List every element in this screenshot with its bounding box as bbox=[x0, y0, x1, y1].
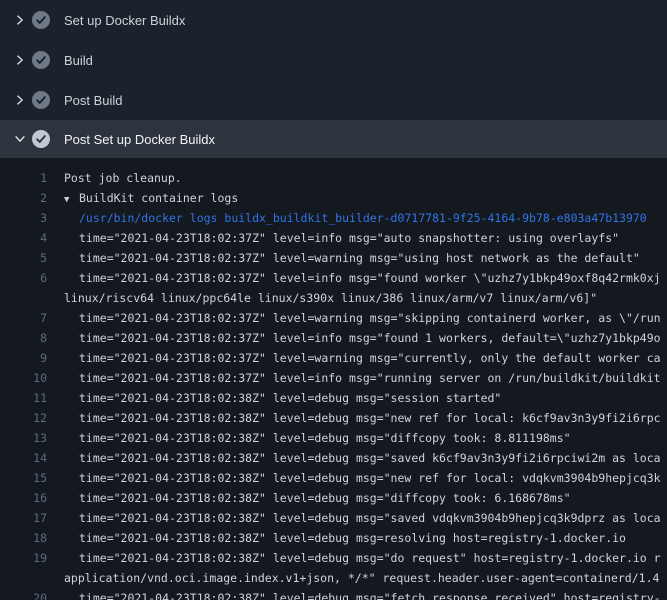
log-line-number[interactable]: 19 bbox=[0, 548, 47, 568]
log-line-number[interactable]: 12 bbox=[0, 408, 47, 428]
log-line-text: time="2021-04-23T18:02:37Z" level=warnin… bbox=[47, 308, 661, 328]
step-label: Post Build bbox=[64, 93, 123, 108]
log-line-text: time="2021-04-23T18:02:38Z" level=debug … bbox=[47, 388, 501, 408]
step-label: Set up Docker Buildx bbox=[64, 13, 185, 28]
log-line: 6time="2021-04-23T18:02:37Z" level=info … bbox=[0, 268, 667, 288]
group-toggle-icon[interactable]: ▼ bbox=[64, 190, 79, 208]
log-line: 1Post job cleanup. bbox=[0, 168, 667, 188]
log-line-number[interactable]: 2 bbox=[0, 188, 47, 208]
log-line-number[interactable]: 8 bbox=[0, 328, 47, 348]
log-line-number[interactable]: 15 bbox=[0, 468, 47, 488]
log-line-text: time="2021-04-23T18:02:38Z" level=debug … bbox=[47, 548, 661, 568]
log-line-text: time="2021-04-23T18:02:38Z" level=debug … bbox=[47, 528, 626, 548]
log-line: 16time="2021-04-23T18:02:38Z" level=debu… bbox=[0, 488, 667, 508]
log-line-text: ▼BuildKit container logs bbox=[47, 188, 238, 208]
log-panel: 1Post job cleanup.2▼BuildKit container l… bbox=[0, 158, 667, 600]
log-line[interactable]: 2▼BuildKit container logs bbox=[0, 188, 667, 208]
log-line: 15time="2021-04-23T18:02:38Z" level=debu… bbox=[0, 468, 667, 488]
check-circle-icon bbox=[32, 11, 50, 29]
log-line-number[interactable]: 3 bbox=[0, 208, 47, 228]
log-line: 10time="2021-04-23T18:02:37Z" level=info… bbox=[0, 368, 667, 388]
log-line: 17time="2021-04-23T18:02:38Z" level=debu… bbox=[0, 508, 667, 528]
log-line-text: time="2021-04-23T18:02:38Z" level=debug … bbox=[47, 468, 661, 488]
log-line: 5time="2021-04-23T18:02:37Z" level=warni… bbox=[0, 248, 667, 268]
log-line-text: time="2021-04-23T18:02:37Z" level=info m… bbox=[47, 268, 661, 288]
chevron-right-icon bbox=[12, 52, 28, 68]
log-line: 20time="2021-04-23T18:02:38Z" level=debu… bbox=[0, 588, 667, 600]
log-line-number[interactable]: 7 bbox=[0, 308, 47, 328]
check-circle-icon bbox=[32, 130, 50, 148]
log-line-number[interactable]: 18 bbox=[0, 528, 47, 548]
log-line-text: time="2021-04-23T18:02:38Z" level=debug … bbox=[47, 408, 661, 428]
steps-list: Set up Docker Buildx Build Post Build Post … bbox=[0, 0, 667, 158]
log-line-continuation: application/vnd.oci.image.index.v1+json,… bbox=[0, 568, 667, 588]
log-line-number[interactable]: 13 bbox=[0, 428, 47, 448]
log-command-text: /usr/bin/docker logs buildx_buildkit_bui… bbox=[47, 208, 647, 228]
log-line-text: time="2021-04-23T18:02:37Z" level=info m… bbox=[47, 228, 619, 248]
log-line-text: time="2021-04-23T18:02:37Z" level=info m… bbox=[47, 368, 661, 388]
log-line-text: time="2021-04-23T18:02:38Z" level=debug … bbox=[47, 508, 661, 528]
log-line-text: Post job cleanup. bbox=[47, 168, 182, 188]
log-line-text: time="2021-04-23T18:02:37Z" level=warnin… bbox=[47, 348, 661, 368]
log-line: 13time="2021-04-23T18:02:38Z" level=debu… bbox=[0, 428, 667, 448]
log-line-number bbox=[0, 568, 47, 588]
step-label: Post Set up Docker Buildx bbox=[64, 132, 215, 147]
log-line-text: linux/riscv64 linux/ppc64le linux/s390x … bbox=[47, 288, 597, 308]
log-line: 11time="2021-04-23T18:02:38Z" level=debu… bbox=[0, 388, 667, 408]
chevron-right-icon bbox=[12, 92, 28, 108]
log-line-number[interactable]: 6 bbox=[0, 268, 47, 288]
step-row-post-set-up-docker-buildx[interactable]: Post Set up Docker Buildx bbox=[0, 120, 667, 158]
log-line-number bbox=[0, 288, 47, 308]
chevron-down-icon bbox=[12, 131, 28, 147]
log-line-text: time="2021-04-23T18:02:38Z" level=debug … bbox=[47, 428, 571, 448]
log-line: 14time="2021-04-23T18:02:38Z" level=debu… bbox=[0, 448, 667, 468]
log-line-number[interactable]: 10 bbox=[0, 368, 47, 388]
step-label: Build bbox=[64, 53, 93, 68]
log-line: 4time="2021-04-23T18:02:37Z" level=info … bbox=[0, 228, 667, 248]
chevron-right-icon bbox=[12, 12, 28, 28]
log-line-number[interactable]: 14 bbox=[0, 448, 47, 468]
step-row-build[interactable]: Build bbox=[0, 40, 667, 80]
check-circle-icon bbox=[32, 91, 50, 109]
check-circle-icon bbox=[32, 51, 50, 69]
log-line-number[interactable]: 11 bbox=[0, 388, 47, 408]
log-line-number[interactable]: 17 bbox=[0, 508, 47, 528]
log-line-number[interactable]: 4 bbox=[0, 228, 47, 248]
log-line: 9time="2021-04-23T18:02:37Z" level=warni… bbox=[0, 348, 667, 368]
log-line-number[interactable]: 16 bbox=[0, 488, 47, 508]
log-line: 3/usr/bin/docker logs buildx_buildkit_bu… bbox=[0, 208, 667, 228]
log-line-continuation: linux/riscv64 linux/ppc64le linux/s390x … bbox=[0, 288, 667, 308]
log-line: 8time="2021-04-23T18:02:37Z" level=info … bbox=[0, 328, 667, 348]
log-line: 18time="2021-04-23T18:02:38Z" level=debu… bbox=[0, 528, 667, 548]
log-line: 19time="2021-04-23T18:02:38Z" level=debu… bbox=[0, 548, 667, 568]
log-line: 7time="2021-04-23T18:02:37Z" level=warni… bbox=[0, 308, 667, 328]
log-line-text: time="2021-04-23T18:02:38Z" level=debug … bbox=[47, 488, 571, 508]
log-line-text: application/vnd.oci.image.index.v1+json,… bbox=[47, 568, 659, 588]
log-line-text: time="2021-04-23T18:02:38Z" level=debug … bbox=[47, 448, 661, 468]
log-line: 12time="2021-04-23T18:02:38Z" level=debu… bbox=[0, 408, 667, 428]
log-line-text: time="2021-04-23T18:02:38Z" level=debug … bbox=[47, 588, 661, 600]
step-row-post-build[interactable]: Post Build bbox=[0, 80, 667, 120]
log-line-text: time="2021-04-23T18:02:37Z" level=warnin… bbox=[47, 248, 640, 268]
log-line-number[interactable]: 1 bbox=[0, 168, 47, 188]
log-line-number[interactable]: 20 bbox=[0, 588, 47, 600]
log-line-number[interactable]: 9 bbox=[0, 348, 47, 368]
step-row-set-up-docker-buildx[interactable]: Set up Docker Buildx bbox=[0, 0, 667, 40]
log-line-text: time="2021-04-23T18:02:37Z" level=info m… bbox=[47, 328, 661, 348]
actions-log-viewer: Set up Docker Buildx Build Post Build Post … bbox=[0, 0, 667, 600]
log-line-number[interactable]: 5 bbox=[0, 248, 47, 268]
